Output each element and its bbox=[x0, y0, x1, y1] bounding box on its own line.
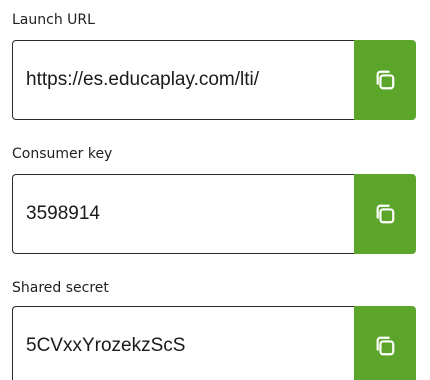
copy-icon bbox=[376, 70, 395, 90]
shared-secret-input-group bbox=[12, 306, 416, 380]
copy-launch-url-button[interactable] bbox=[354, 40, 416, 120]
copy-icon bbox=[376, 204, 395, 224]
copy-icon bbox=[376, 336, 395, 356]
launch-url-input-group bbox=[12, 40, 416, 120]
consumer-key-label: Consumer key bbox=[12, 146, 113, 162]
consumer-key-input[interactable] bbox=[12, 174, 354, 254]
copy-shared-secret-button[interactable] bbox=[354, 306, 416, 380]
shared-secret-label: Shared secret bbox=[12, 280, 109, 296]
copy-consumer-key-button[interactable] bbox=[354, 174, 416, 254]
consumer-key-input-group bbox=[12, 174, 416, 254]
shared-secret-input[interactable] bbox=[12, 306, 354, 380]
launch-url-label: Launch URL bbox=[12, 12, 95, 28]
lti-credentials-form: Launch URL Consumer key Shared bbox=[0, 0, 430, 380]
launch-url-input[interactable] bbox=[12, 40, 354, 120]
